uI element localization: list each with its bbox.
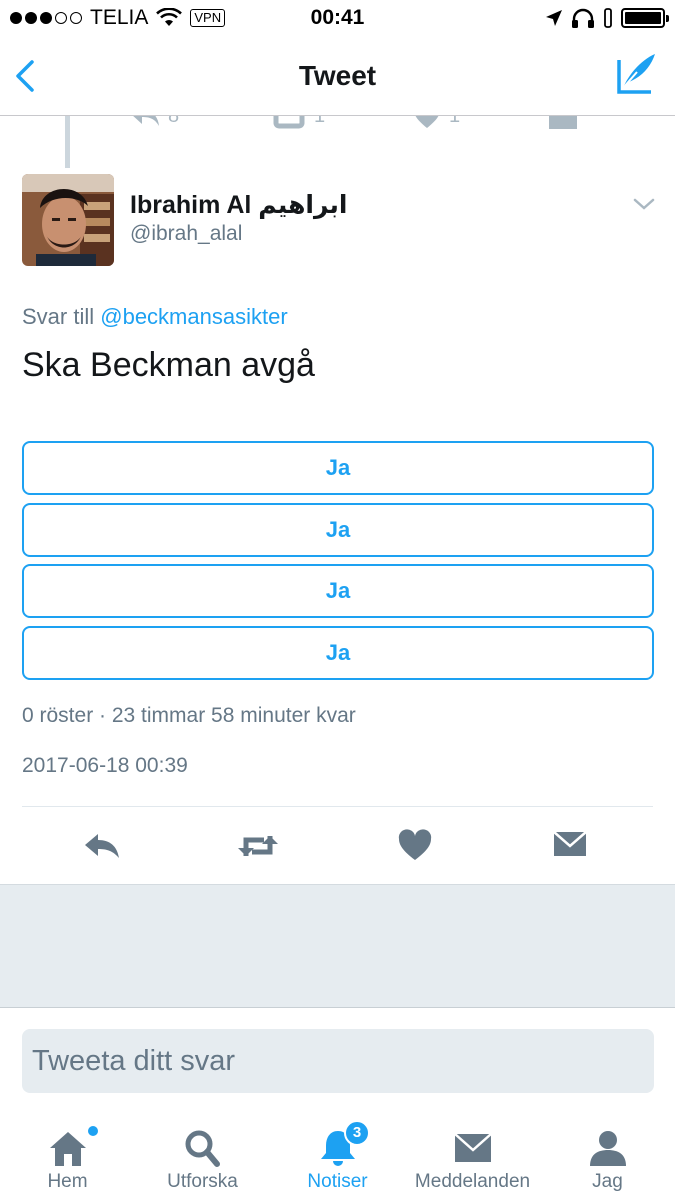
nav-bar: Tweet: [0, 38, 675, 116]
tab-explore[interactable]: Utforska: [135, 1108, 270, 1200]
heart-icon: [415, 116, 439, 128]
compose-quill-icon: [617, 54, 655, 94]
reply-input[interactable]: [22, 1029, 654, 1093]
avatar[interactable]: [22, 174, 114, 266]
tab-label: Utforska: [167, 1171, 238, 1192]
tab-label: Meddelanden: [414, 1171, 531, 1192]
tweet-options-button[interactable]: [632, 194, 656, 214]
user-handle[interactable]: @ibrah_alal: [130, 222, 242, 246]
reply-to-line: Svar till @beckmansasikter: [22, 304, 288, 330]
envelope-icon: [549, 116, 577, 129]
thread-connector-line: [65, 116, 70, 168]
compose-tweet-button[interactable]: [615, 52, 659, 96]
poll-meta: 0 röster · 23 timmar 58 minuter kvar: [22, 704, 356, 727]
new-content-dot: [88, 1126, 98, 1136]
retweet-icon: [238, 836, 278, 856]
previous-retweet-count: 1: [314, 116, 325, 128]
tab-home[interactable]: Hem: [0, 1108, 135, 1200]
tweet-actions: [0, 826, 675, 870]
tab-notifications[interactable]: 3 Notiser: [270, 1108, 405, 1200]
home-icon: [49, 1132, 86, 1166]
notification-count-badge: 3: [344, 1120, 370, 1146]
reply-icon: [133, 116, 159, 126]
reply-to-mention-link[interactable]: @beckmansasikter: [100, 304, 287, 329]
reply-button[interactable]: [82, 826, 122, 866]
empty-replies-area: [0, 884, 675, 1008]
retweet-icon: [273, 116, 305, 129]
previous-tweet-actions: 8 1 1: [0, 116, 675, 132]
battery-icon: [621, 8, 669, 28]
previous-like-action[interactable]: 1: [413, 116, 460, 130]
previous-retweet-action[interactable]: 1: [272, 116, 325, 130]
tab-label: Notiser: [307, 1171, 368, 1192]
direct-message-button[interactable]: [552, 826, 592, 866]
rotation-lock-icon: [604, 8, 612, 28]
search-icon: [185, 1130, 220, 1167]
profile-photo: [22, 174, 114, 266]
previous-reply-count: 8: [168, 116, 179, 128]
tweet-timestamp: 2017-06-18 00:39: [22, 754, 188, 777]
tab-label: Jag: [592, 1171, 623, 1192]
poll-option-button[interactable]: Ja: [22, 564, 654, 618]
status-bar: TELIA VPN 00:41: [0, 0, 675, 38]
poll-option-button[interactable]: Ja: [22, 441, 654, 495]
like-button[interactable]: [395, 826, 435, 866]
headphones-icon: [572, 8, 594, 28]
person-icon: [589, 1131, 626, 1166]
tab-me[interactable]: Jag: [540, 1108, 675, 1200]
user-display-name[interactable]: Ibrahim Al ابراهيم: [130, 190, 348, 220]
previous-dm-action[interactable]: [548, 116, 578, 130]
divider: [22, 806, 653, 807]
tab-messages[interactable]: Meddelanden: [405, 1108, 540, 1200]
tab-label: Hem: [47, 1171, 88, 1192]
poll: Ja Ja Ja Ja: [22, 441, 654, 687]
tweet-text: Ska Beckman avgå: [22, 346, 315, 384]
page-title: Tweet: [298, 60, 377, 91]
previous-like-count: 1: [449, 116, 460, 128]
chevron-down-icon: [633, 198, 655, 210]
poll-option-button[interactable]: Ja: [22, 625, 654, 680]
previous-reply-action[interactable]: 8: [130, 116, 179, 130]
status-bar-right: [545, 8, 669, 28]
heart-icon: [398, 829, 432, 860]
envelope-icon: [553, 831, 587, 856]
reply-composer: [0, 1008, 675, 1108]
tab-bar: Hem Utforska 3 Notiser Meddelanden Jag: [0, 1108, 675, 1200]
retweet-button[interactable]: [236, 826, 280, 866]
poll-option-button[interactable]: Ja: [22, 502, 654, 557]
reply-to-prefix: Svar till: [22, 304, 95, 329]
location-arrow-icon: [546, 10, 562, 26]
mail-icon: [453, 1133, 492, 1162]
reply-icon: [85, 834, 119, 858]
